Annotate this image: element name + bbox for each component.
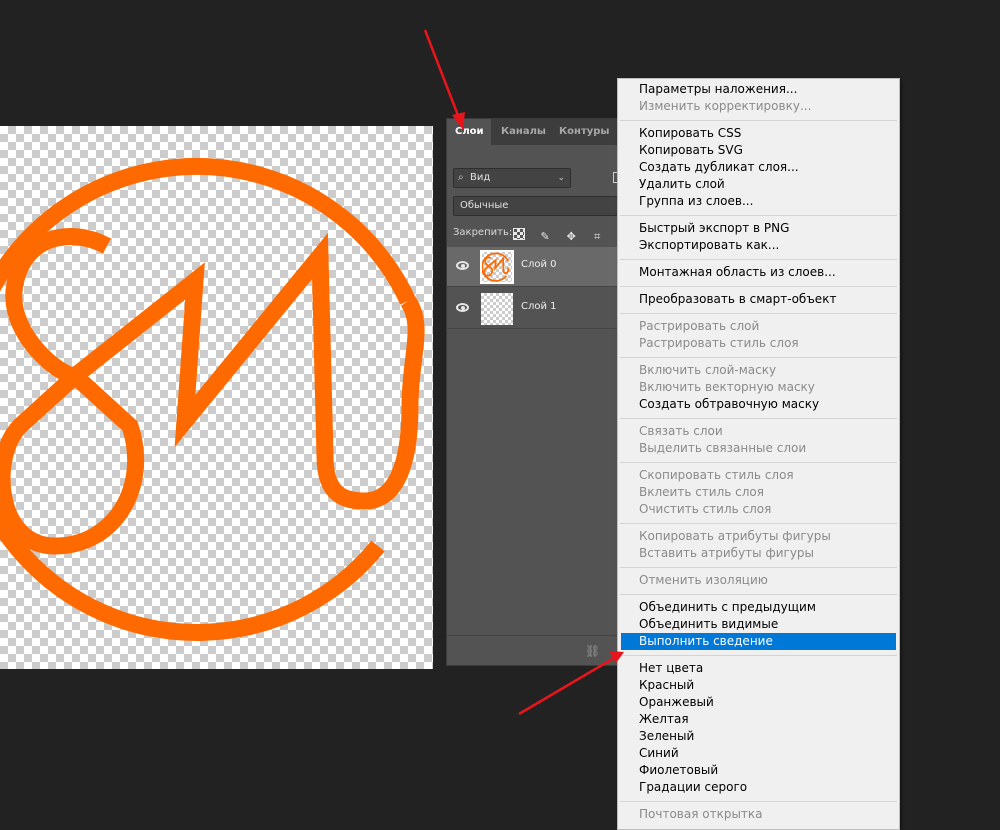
layer-row-1[interactable]: Слой 1: [447, 289, 623, 329]
lock-options: ✎ ✥ ⌗ 🔒: [513, 225, 621, 262]
sm-logo-artwork: [0, 157, 425, 641]
menu-separator: [620, 286, 897, 287]
lock-transparent-pixels-icon[interactable]: [513, 228, 525, 240]
layer-filter-select[interactable]: ⌕ Вид ⌄: [453, 168, 571, 188]
menu-item[interactable]: Создать обтравочную маску: [618, 396, 899, 413]
layer-name: Слой 1: [521, 301, 557, 312]
menu-item[interactable]: Градации серого: [618, 779, 899, 796]
menu-separator: [620, 313, 897, 314]
menu-item: Почтовая открытка: [639, 807, 763, 821]
menu-item[interactable]: Быстрый экспорт в PNG: [618, 220, 899, 237]
menu-item[interactable]: Объединить видимые: [618, 616, 899, 633]
menu-item: Изменить корректировку...: [639, 99, 812, 113]
visibility-eye-icon[interactable]: [456, 261, 469, 270]
menu-item: Включить векторную маску: [639, 380, 815, 394]
menu-separator: [620, 655, 897, 656]
artboard-icon[interactable]: ⌗: [591, 231, 603, 243]
menu-item: Выделить связанные слои: [639, 441, 807, 455]
menu-item[interactable]: Группа из слоев...: [618, 193, 899, 210]
menu-item: Вставить атрибуты фигуры: [639, 546, 815, 560]
menu-item: Отменить изоляцию: [639, 573, 768, 587]
menu-separator: [620, 462, 897, 463]
menu-item: Растрировать слой: [639, 319, 760, 333]
menu-item[interactable]: Нет цвета: [618, 660, 899, 677]
menu-item[interactable]: Красный: [618, 677, 899, 694]
menu-item: Копировать атрибуты фигуры: [639, 529, 831, 543]
lock-label: Закрепить:: [453, 227, 513, 238]
menu-item[interactable]: Экспортировать как...: [618, 237, 899, 254]
arrow-to-layers-tab: [423, 29, 465, 130]
menu-separator: [620, 120, 897, 121]
logo-thumbnail-icon: [481, 252, 510, 282]
menu-separator: [620, 357, 897, 358]
layer-name: Слой 0: [521, 259, 557, 270]
menu-separator: [620, 215, 897, 216]
menu-item[interactable]: Монтажная область из слоев...: [618, 264, 899, 281]
menu-item[interactable]: Копировать CSS: [618, 125, 899, 142]
layer-row-0[interactable]: Слой 0: [447, 247, 623, 287]
document-canvas[interactable]: [0, 126, 433, 669]
menu-separator: [620, 259, 897, 260]
link-layers-icon[interactable]: ⛓: [585, 644, 600, 658]
menu-item[interactable]: Преобразовать в смарт-объект: [618, 291, 899, 308]
menu-separator: [620, 594, 897, 595]
blend-mode-select[interactable]: Обычные: [453, 196, 623, 216]
layers-panel: Слои Каналы Контуры ⌕ Вид ⌄ Обычные Закре…: [446, 118, 623, 666]
menu-item: Скопировать стиль слоя: [639, 468, 794, 482]
menu-item: Очистить стиль слоя: [639, 502, 772, 516]
menu-item[interactable]: Фиолетовый: [618, 762, 899, 779]
menu-separator: [620, 567, 897, 568]
menu-item[interactable]: Объединить с предыдущим: [618, 599, 899, 616]
layer-thumbnail: [481, 293, 513, 325]
panel-tab-bar: Слои Каналы Контуры: [447, 119, 621, 145]
menu-separator: [620, 418, 897, 419]
menu-separator: [620, 523, 897, 524]
layer-thumbnail: [480, 250, 514, 284]
visibility-eye-icon[interactable]: [456, 303, 469, 312]
menu-item[interactable]: Зеленый: [618, 728, 899, 745]
menu-separator: [620, 801, 897, 802]
tab-paths[interactable]: Контуры: [551, 119, 611, 145]
menu-item[interactable]: Копировать SVG: [618, 142, 899, 159]
menu-item[interactable]: Желтая: [618, 711, 899, 728]
move-icon[interactable]: ✥: [565, 231, 577, 243]
menu-item[interactable]: Создать дубликат слоя...: [618, 159, 899, 176]
tab-layers[interactable]: Слои: [447, 119, 491, 145]
menu-item[interactable]: Удалить слой: [618, 176, 899, 193]
menu-item[interactable]: Параметры наложения...: [618, 81, 899, 98]
chevron-down-icon: ⌄: [557, 173, 565, 183]
layer-context-menu: Параметры наложения... Изменить корректир…: [617, 78, 900, 830]
menu-item[interactable]: Выполнить сведение: [621, 633, 896, 650]
menu-item: Включить слой-маску: [639, 363, 777, 377]
layer-filter-label: Вид: [470, 172, 491, 183]
brush-icon[interactable]: ✎: [539, 231, 551, 243]
menu-item[interactable]: Синий: [618, 745, 899, 762]
panel-footer: ⛓: [447, 635, 621, 665]
tab-channels[interactable]: Каналы: [493, 119, 549, 145]
menu-item: Растрировать стиль слоя: [639, 336, 799, 350]
menu-item: Связать слои: [639, 424, 723, 438]
search-icon: ⌕: [458, 172, 464, 183]
menu-item: Вклеить стиль слоя: [639, 485, 764, 499]
menu-item[interactable]: Оранжевый: [618, 694, 899, 711]
